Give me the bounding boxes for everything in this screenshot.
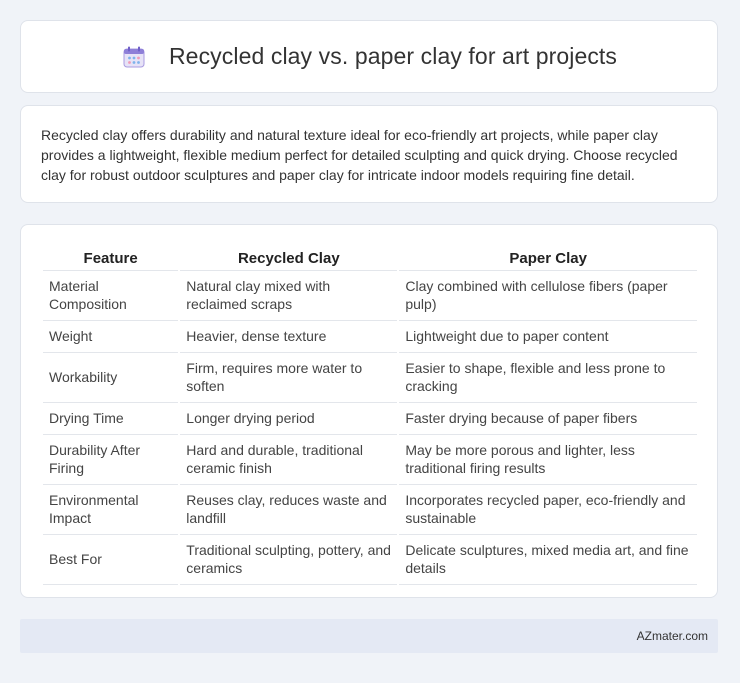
- cell-recycled-clay: Hard and durable, traditional ceramic fi…: [180, 435, 398, 485]
- table-row: Drying Time Longer drying period Faster …: [43, 403, 697, 435]
- cell-paper-clay: Faster drying because of paper fibers: [399, 403, 697, 435]
- cell-feature: Best For: [43, 535, 179, 585]
- cell-feature: Drying Time: [43, 403, 179, 435]
- cell-feature: Workability: [43, 353, 179, 403]
- table-row: Weight Heavier, dense texture Lightweigh…: [43, 321, 697, 353]
- cell-recycled-clay: Longer drying period: [180, 403, 398, 435]
- summary-text: Recycled clay offers durability and natu…: [41, 127, 678, 183]
- summary-card: Recycled clay offers durability and natu…: [20, 105, 718, 203]
- cell-feature: Environmental Impact: [43, 485, 179, 535]
- calendar-icon: [121, 44, 147, 70]
- cell-feature: Durability After Firing: [43, 435, 179, 485]
- table-header-row: Feature Recycled Clay Paper Clay: [43, 245, 697, 271]
- header-paper-clay: Paper Clay: [399, 245, 697, 271]
- cell-feature: Weight: [43, 321, 179, 353]
- table-row: Best For Traditional sculpting, pottery,…: [43, 535, 697, 585]
- comparison-table-card: Feature Recycled Clay Paper Clay Materia…: [20, 224, 718, 598]
- cell-paper-clay: Incorporates recycled paper, eco-friendl…: [399, 485, 697, 535]
- table-row: Material Composition Natural clay mixed …: [43, 271, 697, 321]
- footer: AZmater.com: [20, 619, 718, 653]
- comparison-table: Feature Recycled Clay Paper Clay Materia…: [41, 245, 699, 585]
- cell-paper-clay: Easier to shape, flexible and less prone…: [399, 353, 697, 403]
- cell-recycled-clay: Traditional sculpting, pottery, and cera…: [180, 535, 398, 585]
- title-card: Recycled clay vs. paper clay for art pro…: [20, 20, 718, 93]
- table-row: Durability After Firing Hard and durable…: [43, 435, 697, 485]
- cell-feature: Material Composition: [43, 271, 179, 321]
- table-row: Environmental Impact Reuses clay, reduce…: [43, 485, 697, 535]
- cell-recycled-clay: Natural clay mixed with reclaimed scraps: [180, 271, 398, 321]
- cell-paper-clay: Delicate sculptures, mixed media art, an…: [399, 535, 697, 585]
- cell-recycled-clay: Heavier, dense texture: [180, 321, 398, 353]
- header-feature: Feature: [43, 245, 179, 271]
- cell-paper-clay: May be more porous and lighter, less tra…: [399, 435, 697, 485]
- page-title: Recycled clay vs. paper clay for art pro…: [168, 43, 618, 69]
- cell-recycled-clay: Reuses clay, reduces waste and landfill: [180, 485, 398, 535]
- cell-recycled-clay: Firm, requires more water to soften: [180, 353, 398, 403]
- header-recycled-clay: Recycled Clay: [180, 245, 398, 271]
- cell-paper-clay: Clay combined with cellulose fibers (pap…: [399, 271, 697, 321]
- footer-brand[interactable]: AZmater.com: [637, 629, 708, 643]
- table-row: Workability Firm, requires more water to…: [43, 353, 697, 403]
- cell-paper-clay: Lightweight due to paper content: [399, 321, 697, 353]
